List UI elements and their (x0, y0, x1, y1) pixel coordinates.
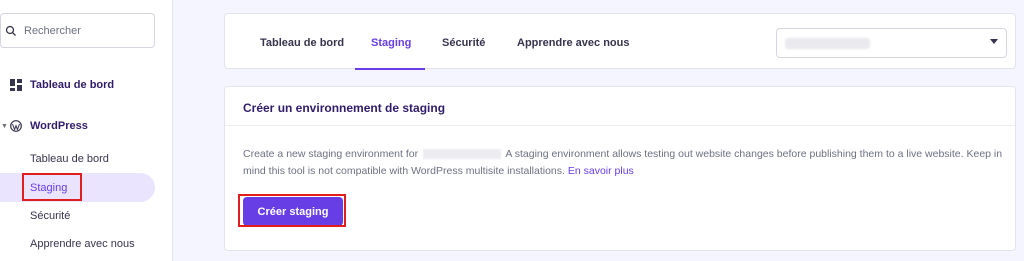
sidebar-item-dashboard[interactable]: Tableau de bord (10, 79, 114, 91)
learn-more-link[interactable]: En savoir plus (568, 165, 634, 177)
dashboard-icon (10, 79, 22, 91)
sidebar-item-wordpress[interactable]: WordPress (10, 120, 88, 132)
search-icon (5, 25, 16, 36)
active-tab-indicator (355, 68, 425, 70)
website-select[interactable] (776, 28, 1007, 58)
divider (225, 125, 1015, 126)
tabs-bar: Tableau de bord Staging Sécurité Apprend… (224, 13, 1016, 70)
card-description: Create a new staging environment for A s… (243, 146, 1003, 180)
search-input[interactable] (24, 24, 144, 37)
redacted-site-name (785, 38, 870, 49)
sidebar-item-label: Tableau de bord (30, 79, 115, 91)
tab-staging[interactable]: Staging (371, 37, 411, 49)
sidebar-subitem-security[interactable]: Sécurité (30, 210, 70, 222)
tab-dashboard[interactable]: Tableau de bord (260, 37, 344, 49)
chevron-down-icon[interactable]: ▼ (1, 123, 8, 130)
tab-learn[interactable]: Apprendre avec nous (517, 37, 629, 49)
chevron-down-icon (990, 39, 998, 44)
card-title: Créer un environnement de staging (243, 101, 446, 115)
sidebar-subitem-learn[interactable]: Apprendre avec nous (30, 238, 135, 250)
sidebar-item-label: WordPress (30, 120, 88, 132)
redacted-domain (423, 149, 502, 160)
search-box[interactable] (0, 13, 155, 48)
highlight-box (238, 194, 346, 227)
tab-security[interactable]: Sécurité (442, 37, 485, 49)
wordpress-icon (10, 120, 22, 132)
sidebar-subitem-dashboard[interactable]: Tableau de bord (30, 153, 109, 165)
highlight-box (22, 173, 82, 201)
description-start: Create a new staging environment for (243, 148, 419, 160)
sidebar: Tableau de bord ▼ WordPress Tableau de b… (0, 0, 173, 261)
